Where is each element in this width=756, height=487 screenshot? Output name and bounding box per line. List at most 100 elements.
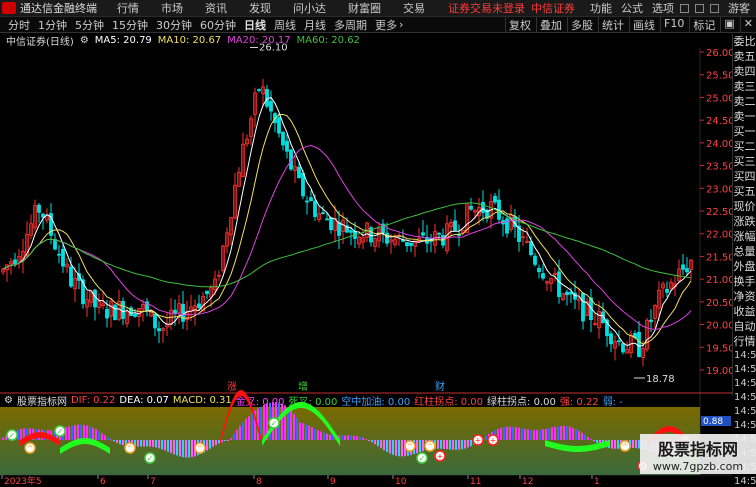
candle-body [41, 213, 45, 218]
macd-bar [227, 440, 229, 441]
macd-bar [581, 432, 583, 440]
candle-body [57, 253, 61, 256]
macd-bar [539, 429, 541, 440]
macd-bar [215, 440, 217, 446]
macd-bar [119, 440, 121, 445]
macd-bar [251, 413, 253, 440]
side-label: 卖三 [733, 80, 756, 93]
macd-bar [383, 440, 385, 451]
macd-bar [305, 424, 307, 440]
macd-bar [71, 425, 73, 440]
high-marker-label: 26.10 [259, 42, 288, 53]
macd-bar [533, 430, 535, 440]
macd-bar [224, 440, 226, 441]
side-weibi: 委比 [733, 35, 756, 48]
chart-canvas[interactable]: 26.00 25.50 25.00 24.50 24.00 23.50 23.00 22.50… [0, 0, 756, 487]
macd-bar [182, 440, 184, 458]
macd-bar [593, 440, 595, 442]
macd-bar [470, 440, 472, 447]
candle-body [453, 220, 457, 231]
macd-bar [212, 440, 214, 447]
macd-bar [353, 435, 355, 440]
signal-glyph: ✓ [57, 427, 64, 436]
macd-bar [122, 440, 124, 446]
candle-body [541, 273, 545, 279]
xaxis-label: 12 [522, 477, 533, 487]
price-tick-label: 22.00 [706, 230, 735, 241]
macd-bar [104, 435, 106, 440]
macd-bar [536, 429, 538, 440]
macd-bar [230, 438, 232, 440]
candle-body [277, 117, 281, 134]
macd-bar [578, 430, 580, 440]
macd-bar [590, 439, 592, 441]
candle-body [481, 202, 485, 213]
macd-bar [437, 440, 439, 449]
macd-bar [422, 440, 424, 452]
macd-bar [89, 426, 91, 440]
candle-body [665, 288, 669, 293]
xaxis-label: 11 [470, 477, 481, 487]
macd-bar [347, 435, 349, 440]
side-label: 买一 [733, 125, 756, 138]
macd-bar [206, 440, 208, 451]
macd-bar [557, 426, 559, 440]
candle-body [493, 195, 497, 203]
side-label: 卖二 [733, 95, 756, 108]
macd-bar [392, 440, 394, 455]
candle-body [313, 200, 317, 217]
event-label-0: 涨 [227, 381, 237, 393]
candle-body [329, 217, 333, 231]
macd-bar [560, 425, 562, 440]
macd-bar [86, 425, 88, 440]
side-time: 14:5 [734, 378, 756, 389]
macd-bar [77, 424, 79, 440]
macd-bar [179, 440, 181, 457]
macd-bar [311, 427, 313, 440]
price-tick-label: 20.00 [706, 321, 735, 332]
price-tick-label: 21.00 [706, 275, 735, 286]
candle-body [681, 264, 685, 270]
candle-body [325, 218, 329, 221]
macd-bar [458, 440, 460, 450]
macd-bar [155, 440, 157, 448]
macd-bar [191, 440, 193, 458]
side-label: 现价 [733, 200, 756, 213]
macd-bar [350, 435, 352, 440]
candle-body [53, 239, 57, 250]
candle-body [197, 303, 201, 309]
candle-body [621, 343, 625, 353]
side-label: 买五 [733, 185, 756, 198]
side-label: 卖四 [733, 65, 756, 78]
macd-bar [110, 439, 112, 441]
macd-bar [176, 440, 178, 456]
macd-bar [518, 427, 520, 440]
macd-bar [158, 440, 160, 449]
side-label: 涨跌 [733, 215, 756, 228]
macd-bar [530, 429, 532, 440]
candle-body [637, 331, 641, 357]
macd-bar [503, 427, 505, 440]
macd-bar [218, 440, 220, 444]
macd-bar [242, 422, 244, 440]
candle-body [297, 166, 301, 178]
watermark-url: www.7gpzb.com [652, 460, 744, 473]
macd-bar [512, 426, 514, 440]
xaxis-label: 2023年5 [4, 475, 42, 487]
macd-bar [584, 434, 586, 440]
xaxis-label: 6 [100, 477, 106, 487]
macd-bar [95, 429, 97, 440]
macd-bar [299, 422, 301, 440]
macd-bar [143, 440, 145, 447]
macd-bar [2, 437, 4, 440]
candle-body [649, 319, 653, 323]
candle-body [437, 232, 441, 235]
candle-body [321, 212, 325, 215]
macd-bar [485, 436, 487, 440]
macd-bar [167, 440, 169, 452]
side-time: 14:5 [734, 364, 756, 375]
candle-body [37, 204, 41, 213]
macd-bar [371, 440, 373, 443]
side-label: 涨幅 [733, 230, 756, 243]
macd-bar [515, 427, 517, 440]
